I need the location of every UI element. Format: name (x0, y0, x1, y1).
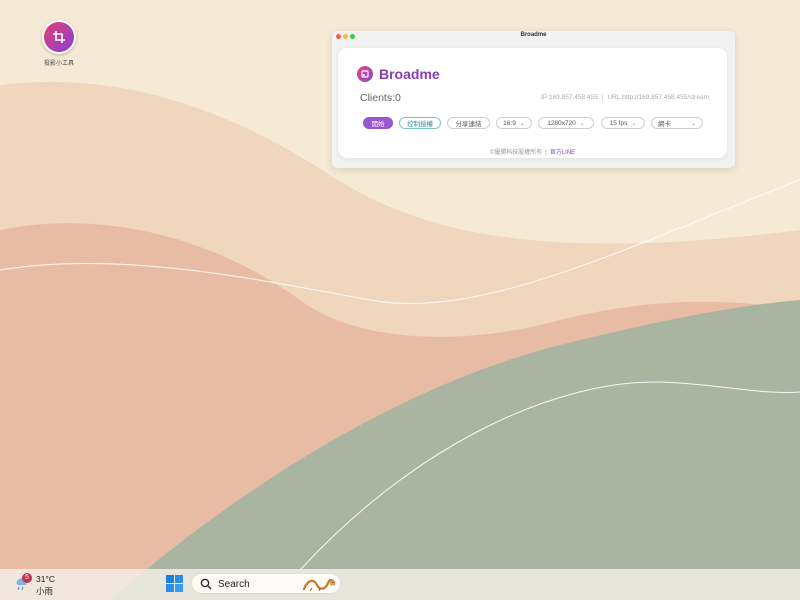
broadme-window: Broadme Broadme Clients:0 IP:169.857.458… (332, 31, 735, 168)
search-icon (200, 578, 212, 590)
broadcast-logo-icon (357, 66, 373, 82)
chevron-down-icon: ⌄ (690, 120, 696, 127)
desktop-app-label: 投影小工具 (43, 61, 74, 67)
ip-address: IP:169.857.458.455 (541, 94, 598, 101)
window-title: Broadme (520, 32, 547, 38)
weather-temperature: 31°C (36, 574, 55, 584)
taskbar-search[interactable]: Search (191, 573, 341, 594)
share-link-button[interactable]: 分享連結 (447, 117, 490, 129)
taskbar: 5 31°C 小雨 (0, 569, 800, 600)
separator: | (601, 94, 604, 101)
network-card-select[interactable]: 網卡 ⌄ (651, 117, 703, 129)
search-label: Search (218, 579, 250, 590)
brand: Broadme (357, 66, 440, 82)
weather-condition: 小雨 (36, 586, 54, 596)
network-card-value: 網卡 (658, 121, 671, 128)
resolution-value: 1280x720 (547, 119, 576, 127)
start-button[interactable]: 開始 (363, 117, 393, 129)
chevron-down-icon: ⌄ (631, 120, 637, 127)
desktop-app-shortcut[interactable]: 投影小工具 (36, 20, 82, 67)
clients-count: Clients:0 (360, 92, 401, 104)
fps-select[interactable]: 15 fps ⌄ (601, 117, 645, 129)
control-permission-button[interactable]: 控制授權 (399, 117, 441, 129)
fps-value: 15 fps (609, 119, 628, 127)
resolution-select[interactable]: 1280x720 ⌄ (538, 117, 594, 129)
copyright-text: ©優勝科技股權所有 (489, 150, 543, 156)
card-footer: ©優勝科技股權所有 | 官方LINE (338, 147, 727, 156)
stream-url[interactable]: URL:http://169.857.458.455/stream (607, 94, 709, 101)
crop-frame-icon (42, 20, 76, 54)
chevron-down-icon: ⌄ (519, 120, 525, 127)
stream-info: IP:169.857.458.455 | URL:http://169.857.45… (541, 94, 709, 101)
aspect-ratio-value: 16:9 (503, 119, 516, 127)
window-titlebar[interactable]: Broadme (332, 31, 735, 42)
windows-logo-icon[interactable] (166, 575, 183, 592)
chevron-down-icon: ⌄ (579, 120, 585, 127)
weather-alert-badge: 5 (22, 573, 32, 583)
dragon-illustration-icon (302, 578, 336, 592)
aspect-ratio-select[interactable]: 16:9 ⌄ (496, 117, 532, 129)
brand-name: Broadme (379, 66, 440, 82)
separator: | (545, 150, 547, 156)
main-card: Broadme Clients:0 IP:169.857.458.455 | URL… (338, 48, 727, 158)
official-line-link[interactable]: 官方LINE (550, 150, 575, 156)
